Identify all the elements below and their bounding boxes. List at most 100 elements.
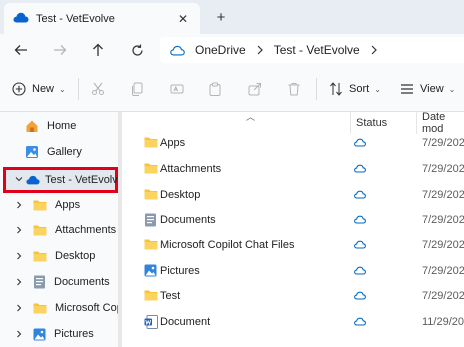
tab-test-vetevolve[interactable]: Test - VetEvolve ✕ <box>4 3 200 34</box>
forward-icon[interactable] <box>50 40 70 60</box>
sidebar-item-desktop[interactable]: Desktop <box>33 244 95 268</box>
cloud-icon <box>26 175 40 185</box>
table-row[interactable]: Document 11/29/20 <box>122 310 464 336</box>
rename-button[interactable] <box>170 79 184 99</box>
onedrive-cloud-icon <box>170 45 185 56</box>
sidebar-item-label: Pictures <box>54 328 94 340</box>
chevron-right-icon[interactable] <box>15 201 23 209</box>
new-label: New <box>32 83 55 95</box>
chevron-right-icon[interactable] <box>371 45 377 55</box>
folder-icon <box>33 225 47 236</box>
rename-icon <box>170 84 184 94</box>
paste-icon <box>209 82 221 96</box>
sidebar-item-label: Apps <box>55 199 81 211</box>
back-icon[interactable] <box>11 40 31 60</box>
cloud-status-icon <box>354 215 366 227</box>
chevron-right-icon[interactable] <box>15 226 23 234</box>
cut-button[interactable] <box>91 79 105 99</box>
view-label: View <box>420 83 444 95</box>
file-date: 7/29/2025 <box>422 163 464 175</box>
title-bar: Test - VetEvolve ✕ + <box>0 0 464 34</box>
command-bar: New ⌄ Sort ⌄ View ⌄ <box>0 66 464 112</box>
cloud-status-icon <box>354 240 366 252</box>
refresh-icon[interactable] <box>127 40 147 60</box>
folder-icon <box>144 162 158 177</box>
chevron-right-icon[interactable] <box>15 278 23 286</box>
file-name: Document <box>160 316 211 328</box>
sidebar-item-label: Microsoft Cop <box>55 302 123 314</box>
sidebar-item-attachments[interactable]: Attachments <box>33 218 116 242</box>
chevron-right-icon[interactable] <box>257 45 263 55</box>
word-doc-icon <box>144 315 158 332</box>
folder-icon <box>144 289 158 304</box>
sort-indicator-icon: ︿ <box>246 112 256 122</box>
file-date: 7/29/2025 <box>422 137 464 149</box>
pictures-icon <box>144 264 157 280</box>
sort-icon <box>330 82 342 96</box>
folder-icon <box>33 303 47 314</box>
view-button[interactable]: View ⌄ <box>400 79 455 99</box>
sort-button[interactable]: Sort ⌄ <box>329 79 381 99</box>
table-row[interactable]: Microsoft Copilot Chat Files 7/29/2025 <box>122 233 464 259</box>
view-list-icon <box>401 84 413 94</box>
new-tab-button[interactable]: + <box>212 8 230 26</box>
sidebar-item-label: Test - VetEvolve <box>45 174 124 186</box>
chevron-right-icon[interactable] <box>15 304 23 312</box>
chevron-right-icon[interactable] <box>15 330 23 338</box>
file-name: Microsoft Copilot Chat Files <box>160 239 295 251</box>
copy-button[interactable] <box>130 79 144 99</box>
sidebar-item-label: Attachments <box>55 224 117 236</box>
close-tab-icon[interactable]: ✕ <box>174 10 192 28</box>
new-button[interactable]: New ⌄ <box>12 79 66 99</box>
chevron-down-icon[interactable] <box>15 175 23 183</box>
table-row[interactable]: Attachments 7/29/2025 <box>122 157 464 183</box>
file-date: 7/29/2025 <box>422 214 464 226</box>
folder-icon <box>33 251 47 262</box>
file-date: 7/29/2025 <box>422 265 464 277</box>
breadcrumb-test-vetevolve[interactable]: Test - VetEvolve <box>274 43 360 57</box>
sidebar-item-pictures[interactable]: Pictures <box>33 322 94 346</box>
scissors-icon <box>92 82 104 95</box>
pictures-icon <box>33 328 46 340</box>
gallery-icon <box>26 146 38 158</box>
sidebar-item-label: Desktop <box>55 250 96 262</box>
sidebar-item-apps[interactable]: Apps <box>33 193 80 217</box>
sidebar-item-documents[interactable]: Documents <box>33 270 110 294</box>
onedrive-cloud-icon <box>13 12 29 26</box>
cloud-status-icon <box>354 190 366 202</box>
file-date: 7/29/2025 <box>422 290 464 302</box>
file-name: Apps <box>160 137 186 149</box>
chevron-right-icon[interactable] <box>15 252 23 260</box>
delete-button[interactable] <box>287 79 301 99</box>
sidebar-item-microsoft-copilot[interactable]: Microsoft Cop <box>33 296 123 320</box>
address-bar[interactable]: OneDrive Test - VetEvolve <box>160 37 464 63</box>
cloud-status-icon <box>354 317 366 329</box>
divider <box>316 78 317 100</box>
up-icon[interactable] <box>88 40 108 60</box>
plus-circle-icon <box>12 82 26 96</box>
table-row[interactable]: Documents 7/29/2025 <box>122 208 464 234</box>
sidebar-item-test-vetevolve[interactable]: Test - VetEvolve <box>26 168 124 192</box>
breadcrumb-onedrive[interactable]: OneDrive <box>195 43 246 57</box>
sidebar-item-home[interactable]: Home <box>25 114 76 138</box>
table-row[interactable]: Pictures 7/29/2025 <box>122 259 464 285</box>
table-row[interactable]: Desktop 7/29/2025 <box>122 183 464 209</box>
cloud-status-icon <box>354 291 366 303</box>
file-name: Test <box>160 290 181 302</box>
copy-icon <box>132 82 143 96</box>
paste-button[interactable] <box>208 79 222 99</box>
home-icon <box>26 120 38 132</box>
folder-icon <box>144 136 158 151</box>
navigation-pane: Home Gallery Test - VetEvolve Apps Attac… <box>0 112 124 347</box>
table-row[interactable]: Apps 7/29/2025 <box>122 131 464 157</box>
share-icon <box>248 83 261 96</box>
sidebar-item-label: Documents <box>54 276 110 288</box>
table-row[interactable]: Test 7/29/2025 <box>122 284 464 310</box>
sidebar-item-gallery[interactable]: Gallery <box>25 140 82 164</box>
chevron-down-icon: ⌄ <box>59 84 66 94</box>
file-name: Desktop <box>160 189 201 201</box>
share-button[interactable] <box>248 79 262 99</box>
documents-icon <box>144 213 157 230</box>
tab-title: Test - VetEvolve <box>36 12 115 25</box>
cloud-status-icon <box>354 138 366 150</box>
